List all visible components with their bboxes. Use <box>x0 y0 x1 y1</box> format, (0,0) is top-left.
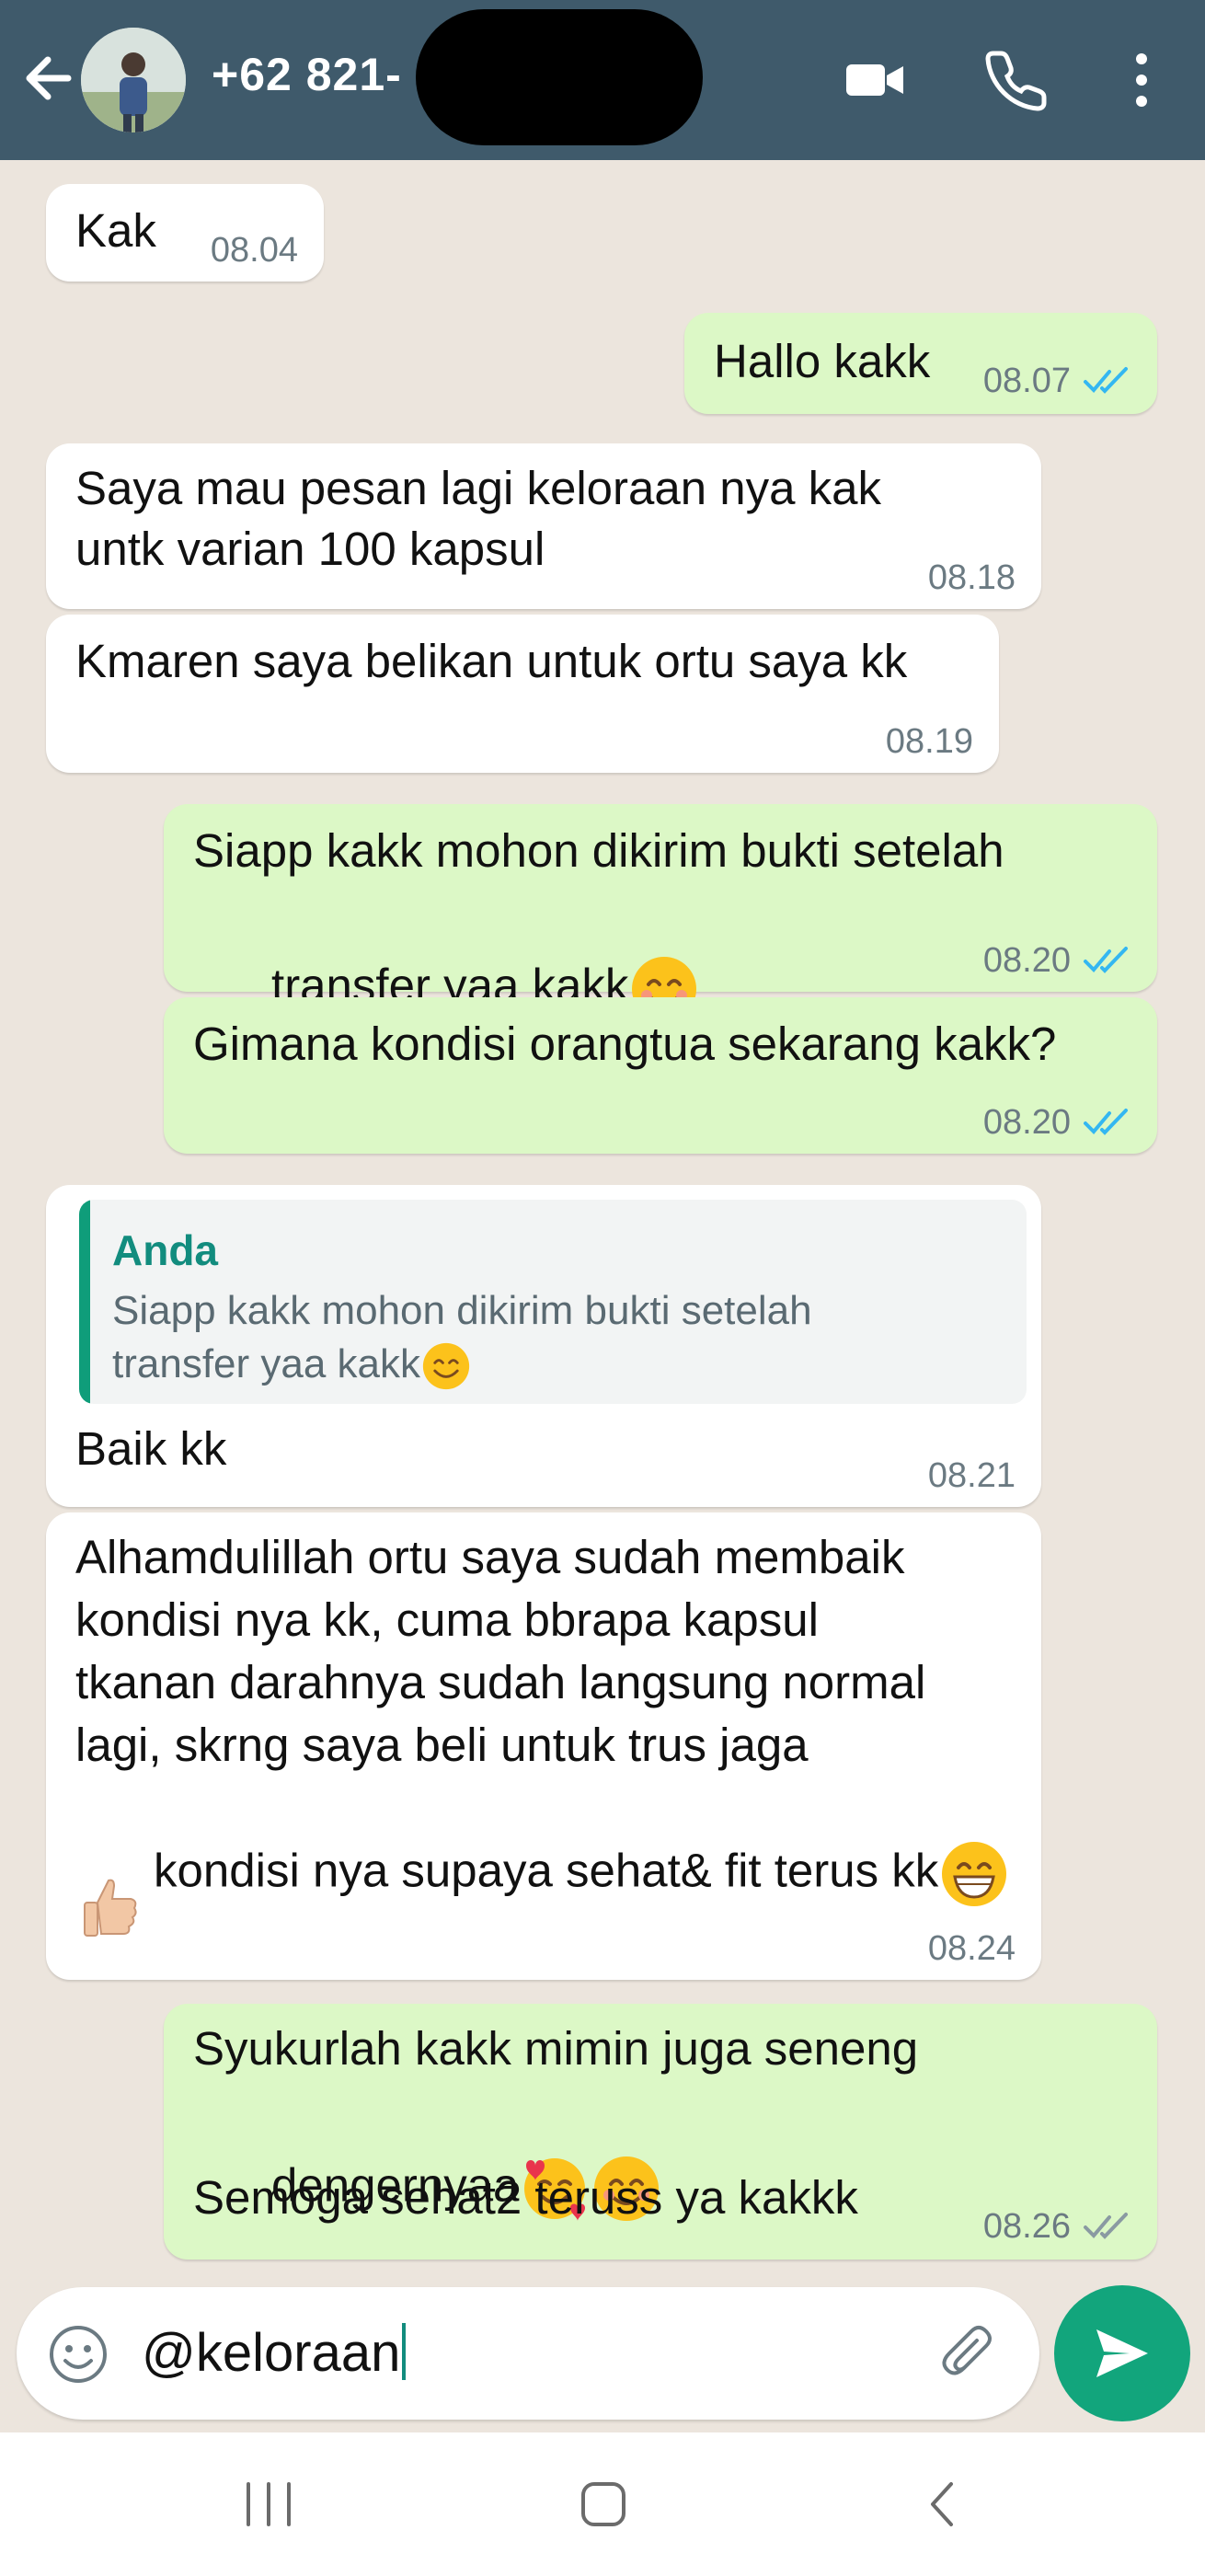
message-text: Gimana kondisi orangtua sekarang kakk? <box>193 1018 1057 1070</box>
incoming-message[interactable]: Alhamdulillah ortu saya sudah membaik ko… <box>46 1512 1041 1980</box>
attach-icon[interactable] <box>936 2322 1001 2386</box>
send-icon <box>1096 2329 1148 2377</box>
quote-line: Siapp kakk mohon dikirim bukti setelah <box>112 1288 812 1333</box>
back-arrow-icon[interactable] <box>17 46 81 110</box>
smiling-face-icon <box>422 1343 470 1390</box>
message-line: Alhamdulillah ortu saya sudah membaik <box>75 1531 905 1583</box>
chat-area[interactable]: Kak 08.04 Hallo kakk 08.07 Saya mau pesa… <box>0 160 1205 2432</box>
thumbs-up-icon <box>84 1879 137 1937</box>
text-caret <box>402 2323 407 2380</box>
quote-bar <box>79 1200 90 1404</box>
message-composer[interactable]: @keloraan <box>17 2287 1039 2420</box>
quoted-message[interactable]: Anda Siapp kakk mohon dikirim bukti sete… <box>79 1200 1027 1404</box>
outgoing-message[interactable]: Hallo kakk 08.07 <box>684 313 1157 414</box>
message-input-value: @keloraan <box>142 2323 401 2383</box>
incoming-message[interactable]: Kak 08.04 <box>46 184 324 282</box>
emoji-icon[interactable] <box>48 2324 109 2385</box>
message-time: 08.07 <box>983 362 1131 399</box>
message-line: Syukurlah kakk mimin juga seneng <box>193 2022 919 2075</box>
message-line: tkanan darahnya sudah langsung normal <box>75 1656 926 1708</box>
message-line: Saya mau pesan lagi keloraan nya kak <box>75 462 882 514</box>
message-input[interactable]: @keloraan <box>142 2322 407 2384</box>
read-receipt-icon <box>1084 1109 1128 1135</box>
back-icon[interactable] <box>911 2471 977 2537</box>
avatar[interactable] <box>81 28 186 132</box>
grinning-face-icon <box>942 1842 1007 1906</box>
outgoing-message[interactable]: Gimana kondisi orangtua sekarang kakk? 0… <box>164 997 1157 1154</box>
message-line: kondisi nya kk, cuma bbrapa kapsul <box>75 1593 819 1646</box>
contact-name[interactable]: +62 821- <box>212 48 402 101</box>
system-navigation-bar <box>0 2432 1205 2576</box>
read-receipt-icon <box>1084 947 1128 973</box>
message-time: 08.26 <box>983 2208 1131 2245</box>
delivered-receipt-icon <box>1084 2213 1128 2239</box>
more-options-icon[interactable] <box>1109 48 1174 112</box>
message-time: 08.21 <box>927 1456 1016 1495</box>
message-line: kondisi nya supaya sehat& fit terus kk <box>154 1844 939 1897</box>
message-text: Kmaren saya belikan untuk ortu saya kk <box>75 635 908 687</box>
message-line: lagi, skrng saya beli untuk trus jaga <box>75 1719 809 1771</box>
message-line: Siapp kakk mohon dikirim bukti setelah <box>193 824 1004 877</box>
outgoing-message[interactable]: Siapp kakk mohon dikirim bukti setelah t… <box>164 804 1157 1021</box>
message-time: 08.24 <box>927 1929 1016 1968</box>
recent-apps-icon[interactable] <box>235 2471 302 2537</box>
message-line-with-emoji: kondisi nya supaya sehat& fit terus kk <box>75 1777 1010 1971</box>
message-text: Hallo kakk <box>714 335 931 387</box>
incoming-message[interactable]: Saya mau pesan lagi keloraan nya kak unt… <box>46 443 1041 609</box>
incoming-message-reply[interactable]: Anda Siapp kakk mohon dikirim bukti sete… <box>46 1185 1041 1507</box>
chat-header: +62 821- <box>0 0 1205 160</box>
quote-author: Anda <box>112 1226 218 1274</box>
message-line: Semoga sehat2 teruss ya kakkk <box>193 2171 858 2224</box>
incoming-message[interactable]: Kmaren saya belikan untuk ortu saya kk 0… <box>46 615 999 773</box>
read-receipt-icon <box>1084 367 1128 394</box>
message-time: 08.20 <box>983 942 1131 979</box>
video-call-icon[interactable] <box>843 48 907 112</box>
message-text: Baik kk <box>75 1422 227 1475</box>
message-time: 08.19 <box>885 722 973 761</box>
send-button[interactable] <box>1054 2285 1190 2421</box>
quote-line: transfer yaa kakk <box>112 1341 421 1386</box>
message-line: untk varian 100 kapsul <box>75 523 545 575</box>
home-icon[interactable] <box>570 2471 637 2537</box>
voice-call-icon[interactable] <box>984 48 1049 112</box>
message-text: Kak <box>75 204 156 257</box>
quote-text: Siapp kakk mohon dikirim bukti setelah t… <box>112 1284 812 1392</box>
message-time: 08.04 <box>210 231 298 270</box>
message-time: 08.20 <box>983 1104 1131 1141</box>
message-time: 08.18 <box>927 558 1016 597</box>
redaction-mark <box>416 9 703 145</box>
outgoing-message[interactable]: Syukurlah kakk mimin juga seneng dengern… <box>164 2004 1157 2260</box>
